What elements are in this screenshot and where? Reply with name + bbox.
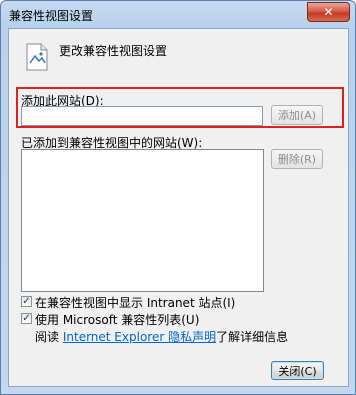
title-bar[interactable]: 兼容性视图设置 ✕ — [1, 1, 355, 28]
check-icon: ✓ — [22, 312, 31, 324]
check-icon: ✓ — [22, 295, 31, 307]
webpage-compatibility-icon — [26, 43, 48, 71]
remove-button[interactable]: 删除(R) — [271, 149, 323, 169]
window-title: 兼容性视图设置 — [9, 9, 94, 23]
intranet-checkbox[interactable]: ✓ — [21, 296, 32, 307]
privacy-line: 阅读 Internet Explorer 隐私声明了解详细信息 — [35, 328, 288, 345]
dialog-window: 兼容性视图设置 ✕ 更改兼容性视图设置 添加此网站(D): 添加(A) 已添加到… — [0, 0, 356, 395]
close-icon: ✕ — [323, 5, 334, 19]
ms-list-checkbox[interactable]: ✓ — [21, 313, 32, 324]
intranet-checkbox-label[interactable]: 在兼容性视图中显示 Intranet 站点(I) — [35, 294, 235, 311]
window-close-button[interactable]: ✕ — [307, 2, 350, 22]
ms-list-checkbox-label[interactable]: 使用 Microsoft 兼容性列表(U) — [35, 311, 199, 328]
privacy-statement-link[interactable]: Internet Explorer 隐私声明 — [63, 330, 216, 344]
privacy-suffix: 了解详细信息 — [216, 330, 289, 344]
dialog-client-area: 更改兼容性视图设置 添加此网站(D): 添加(A) 已添加到兼容性视图中的网站(… — [8, 28, 349, 387]
header-text: 更改兼容性视图设置 — [59, 44, 168, 58]
close-dialog-button[interactable]: 关闭(C) — [271, 361, 324, 380]
added-sites-list[interactable] — [21, 149, 264, 292]
annotation-highlight-box — [16, 87, 344, 128]
privacy-prefix: 阅读 — [35, 330, 60, 344]
